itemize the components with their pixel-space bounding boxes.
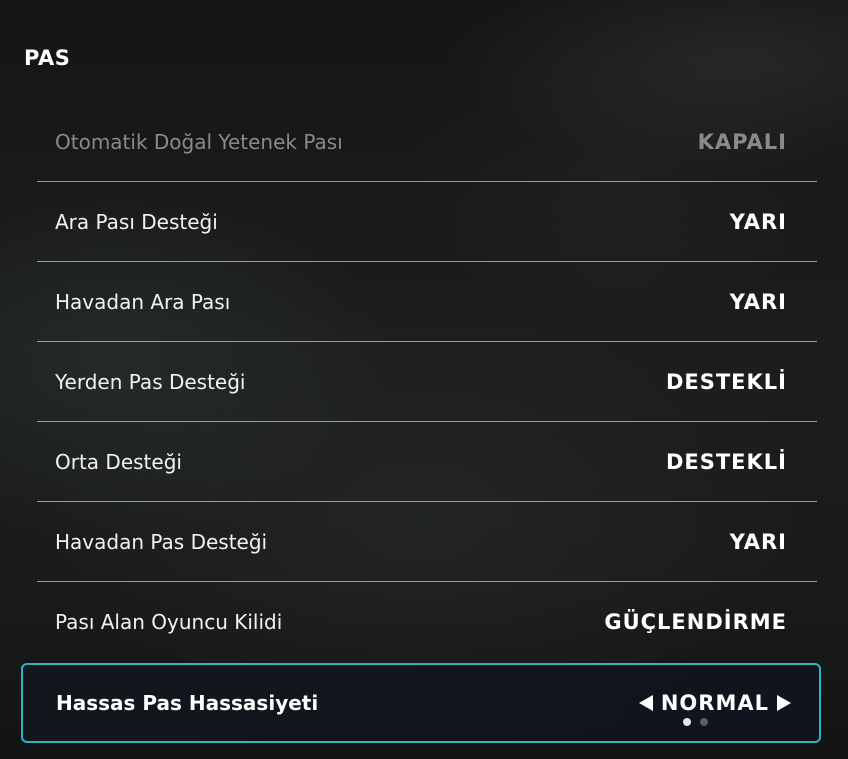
triangle-left-icon[interactable] — [638, 695, 653, 711]
setting-row-hassas-pas-hassasiyeti-selected[interactable]: Hassas Pas Hassasiyeti NORMAL — [21, 663, 821, 743]
setting-row-orta-destegi[interactable]: Orta Desteği DESTEKLİ — [37, 422, 817, 502]
setting-label: Ara Pası Desteği — [55, 209, 218, 234]
setting-label: Havadan Pas Desteği — [55, 529, 268, 554]
section-title: PAS — [24, 46, 71, 70]
setting-value: KAPALI — [697, 129, 787, 154]
setting-row-pasi-alan-oyuncu-kilidi[interactable]: Pası Alan Oyuncu Kilidi GÜÇLENDİRME — [37, 582, 817, 662]
setting-label: Havadan Ara Pası — [55, 289, 231, 314]
setting-label: Orta Desteği — [55, 449, 182, 474]
setting-row-havadan-ara-pasi[interactable]: Havadan Ara Pası YARI — [37, 262, 817, 342]
setting-value: YARI — [729, 289, 787, 314]
setting-label: Hassas Pas Hassasiyeti — [56, 691, 319, 715]
setting-label: Pası Alan Oyuncu Kilidi — [55, 610, 283, 634]
setting-value: YARI — [729, 209, 787, 234]
triangle-right-icon[interactable] — [777, 695, 791, 711]
setting-value: NORMAL — [660, 691, 769, 715]
setting-value: GÜÇLENDİRME — [604, 610, 787, 634]
setting-value: DESTEKLİ — [665, 449, 787, 474]
value-selector[interactable]: NORMAL — [638, 665, 791, 741]
setting-row-havadan-pas-destegi[interactable]: Havadan Pas Desteği YARI — [37, 502, 817, 582]
setting-value: DESTEKLİ — [665, 369, 787, 394]
setting-label: Yerden Pas Desteği — [55, 369, 246, 394]
page-dot — [700, 718, 708, 726]
page-indicator — [683, 718, 708, 726]
setting-row-ara-pasi-destegi[interactable]: Ara Pası Desteği YARI — [37, 182, 817, 262]
page-dot-active — [683, 718, 691, 726]
setting-row-yerden-pas-destegi[interactable]: Yerden Pas Desteği DESTEKLİ — [37, 342, 817, 422]
setting-row-otomatik-dogal-yetenek-pasi: Otomatik Doğal Yetenek Pası KAPALI — [37, 102, 817, 182]
setting-label: Otomatik Doğal Yetenek Pası — [55, 129, 343, 154]
setting-value: YARI — [729, 529, 787, 554]
